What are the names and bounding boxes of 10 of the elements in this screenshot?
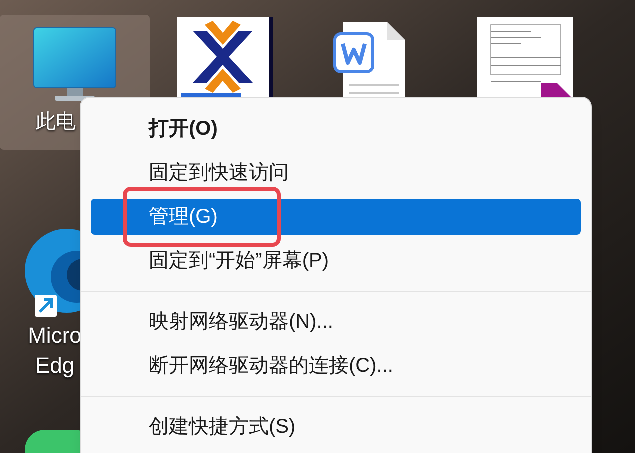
menu-item[interactable]: 固定到快速访问	[91, 155, 581, 191]
monitor-icon	[33, 27, 117, 103]
menu-item[interactable]: 映射网络驱动器(N)...	[91, 304, 581, 340]
menu-item[interactable]: 固定到“开始”屏幕(P)	[91, 243, 581, 279]
icon-label: Micro	[28, 322, 82, 350]
menu-item[interactable]: 创建快捷方式(S)	[91, 409, 581, 445]
icon-label: Edg	[35, 352, 75, 380]
icon-label: 此电	[36, 110, 76, 135]
menu-item[interactable]: 管理(G)	[91, 199, 581, 235]
menu-item[interactable]: 断开网络驱动器的连接(C)...	[91, 348, 581, 384]
